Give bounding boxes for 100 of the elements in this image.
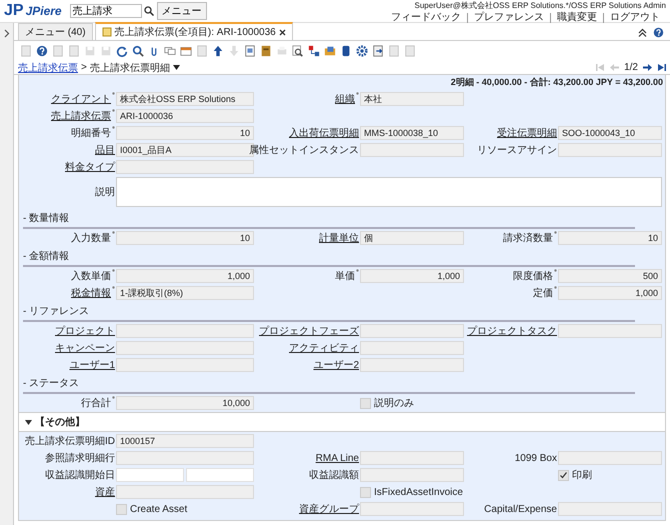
input-field[interactable]	[360, 468, 464, 482]
expand-chevron-icon[interactable]	[4, 29, 10, 38]
field-label-link[interactable]: プロジェクト	[55, 324, 115, 338]
search-field[interactable]: 売上請求	[70, 4, 142, 18]
input-field[interactable]: 10	[558, 231, 662, 245]
input-field[interactable]: 1000157	[116, 434, 254, 448]
refresh-icon[interactable]	[116, 45, 128, 57]
input-field[interactable]: 10	[116, 126, 254, 140]
search-icon[interactable]	[132, 45, 144, 57]
input-field[interactable]	[558, 451, 662, 465]
field-label-link[interactable]: 受注伝票明細	[497, 126, 557, 140]
input-field[interactable]	[116, 451, 254, 465]
collapse-chevron-icon[interactable]	[638, 28, 647, 37]
report-icon[interactable]	[244, 45, 256, 57]
field-label-link[interactable]: 売上請求伝票	[51, 109, 115, 123]
header-link[interactable]: 職責変更	[550, 12, 603, 22]
input-field[interactable]: 1,000	[558, 286, 662, 300]
input-field[interactable]: 株式会社OSS ERP Solutions	[116, 92, 254, 106]
breadcrumb-link[interactable]: 売上請求伝票	[18, 60, 78, 74]
section-title[interactable]: - リファレンス	[23, 306, 90, 317]
input-field[interactable]	[360, 451, 464, 465]
close-icon[interactable]	[278, 28, 286, 36]
input-field[interactable]	[360, 502, 464, 516]
last-record-icon[interactable]	[657, 63, 666, 72]
input-field[interactable]: ARI-1000036	[116, 109, 254, 123]
input-field[interactable]	[558, 324, 662, 338]
menu-button[interactable]: メニュー	[156, 2, 207, 20]
time-field[interactable]	[186, 468, 254, 482]
input-field[interactable]: 1,000	[360, 269, 464, 283]
input-field[interactable]	[360, 341, 464, 355]
help-icon[interactable]	[653, 27, 664, 38]
section-title[interactable]: - ステータス	[23, 378, 80, 389]
field-label-link[interactable]: 資産グループ	[299, 502, 359, 516]
input-field[interactable]	[558, 502, 662, 516]
header-link[interactable]: プレファレンス	[467, 12, 550, 22]
description-field[interactable]	[116, 177, 662, 207]
box-icon[interactable]	[260, 45, 272, 57]
input-field[interactable]: 本社	[360, 92, 464, 106]
field-label-link[interactable]: 税金情報	[71, 286, 115, 300]
caret-down-icon[interactable]	[172, 65, 180, 70]
up-arrow-icon[interactable]	[212, 45, 224, 57]
header-link[interactable]: ログアウト	[603, 12, 666, 22]
export-icon[interactable]	[372, 45, 384, 57]
input-field[interactable]: 10	[116, 231, 254, 245]
input-field[interactable]: SOO-1000043_10	[558, 126, 662, 140]
header-link[interactable]: フィードバック	[385, 12, 467, 22]
field-label-link[interactable]: RMA Line	[316, 452, 359, 464]
field-label-link[interactable]: ユーザー1	[69, 358, 115, 372]
help-icon[interactable]	[36, 45, 48, 57]
field-label-link[interactable]: プロジェクトタスク	[467, 324, 557, 338]
field-label: 参照請求明細行	[45, 452, 115, 465]
folder-icon[interactable]	[324, 45, 336, 57]
input-field[interactable]	[116, 341, 254, 355]
date-field[interactable]	[116, 468, 184, 482]
checkbox[interactable]	[360, 398, 371, 408]
window-icon[interactable]	[180, 45, 192, 57]
zoom-document-icon[interactable]	[292, 45, 304, 57]
breadcrumb-current[interactable]: 売上請求伝票明細	[90, 60, 170, 74]
input-field[interactable]	[360, 358, 464, 372]
field-label-link[interactable]: 計量単位	[319, 231, 359, 245]
field-label-link[interactable]: 組織	[335, 92, 359, 106]
search-icon[interactable]	[144, 6, 154, 16]
input-field[interactable]: 個	[360, 231, 464, 245]
field-label-link[interactable]: クライアント	[51, 92, 115, 106]
checkbox[interactable]	[558, 470, 569, 480]
field-label-link[interactable]: 資産	[95, 485, 115, 499]
input-field[interactable]	[558, 143, 662, 157]
required-mark	[554, 269, 557, 272]
record-position: 1/2	[624, 62, 638, 73]
checkbox[interactable]	[116, 504, 127, 514]
field-label-link[interactable]: プロジェクトフェーズ	[259, 324, 359, 338]
tab[interactable]: メニュー (40)	[18, 23, 93, 40]
input-field[interactable]: MMS-1000038_10	[360, 126, 464, 140]
field-label-link[interactable]: 品目	[95, 143, 115, 157]
field-label-link[interactable]: 入出荷伝票明細	[289, 126, 359, 140]
field-label-link[interactable]: ユーザー2	[313, 358, 359, 372]
input-field[interactable]	[116, 324, 254, 338]
field-label: 売上請求伝票明細ID	[25, 434, 115, 448]
input-field[interactable]	[116, 160, 254, 174]
input-field[interactable]: 10,000	[116, 396, 254, 410]
input-field[interactable]: 500	[558, 269, 662, 283]
field-label-link[interactable]: キャンペーン	[55, 341, 115, 355]
checkbox-label: 印刷	[572, 468, 592, 482]
flowchart-icon[interactable]	[308, 45, 320, 57]
input-field[interactable]	[116, 485, 254, 499]
gear-icon[interactable]	[356, 45, 368, 57]
input-field[interactable]: 1,000	[116, 269, 254, 283]
checkbox[interactable]	[360, 486, 371, 498]
right-arrow-icon[interactable]	[643, 63, 652, 72]
section-title[interactable]: - 金額情報	[23, 251, 70, 262]
section-title[interactable]: - 数量情報	[23, 213, 70, 224]
input-field[interactable]: 1-課税取引(8%)	[116, 286, 254, 300]
field-label-link[interactable]: 料金タイプ	[65, 160, 115, 174]
input-field[interactable]	[360, 143, 464, 157]
input-field[interactable]	[116, 358, 254, 372]
input-field[interactable]	[360, 324, 464, 338]
field-label-link[interactable]: アクティビティ	[289, 341, 359, 355]
chat-icon[interactable]	[164, 45, 176, 57]
section-header[interactable]: 【その他】	[19, 412, 665, 432]
tab[interactable]: 売上請求伝票(全項目): ARI-1000036	[94, 22, 293, 40]
